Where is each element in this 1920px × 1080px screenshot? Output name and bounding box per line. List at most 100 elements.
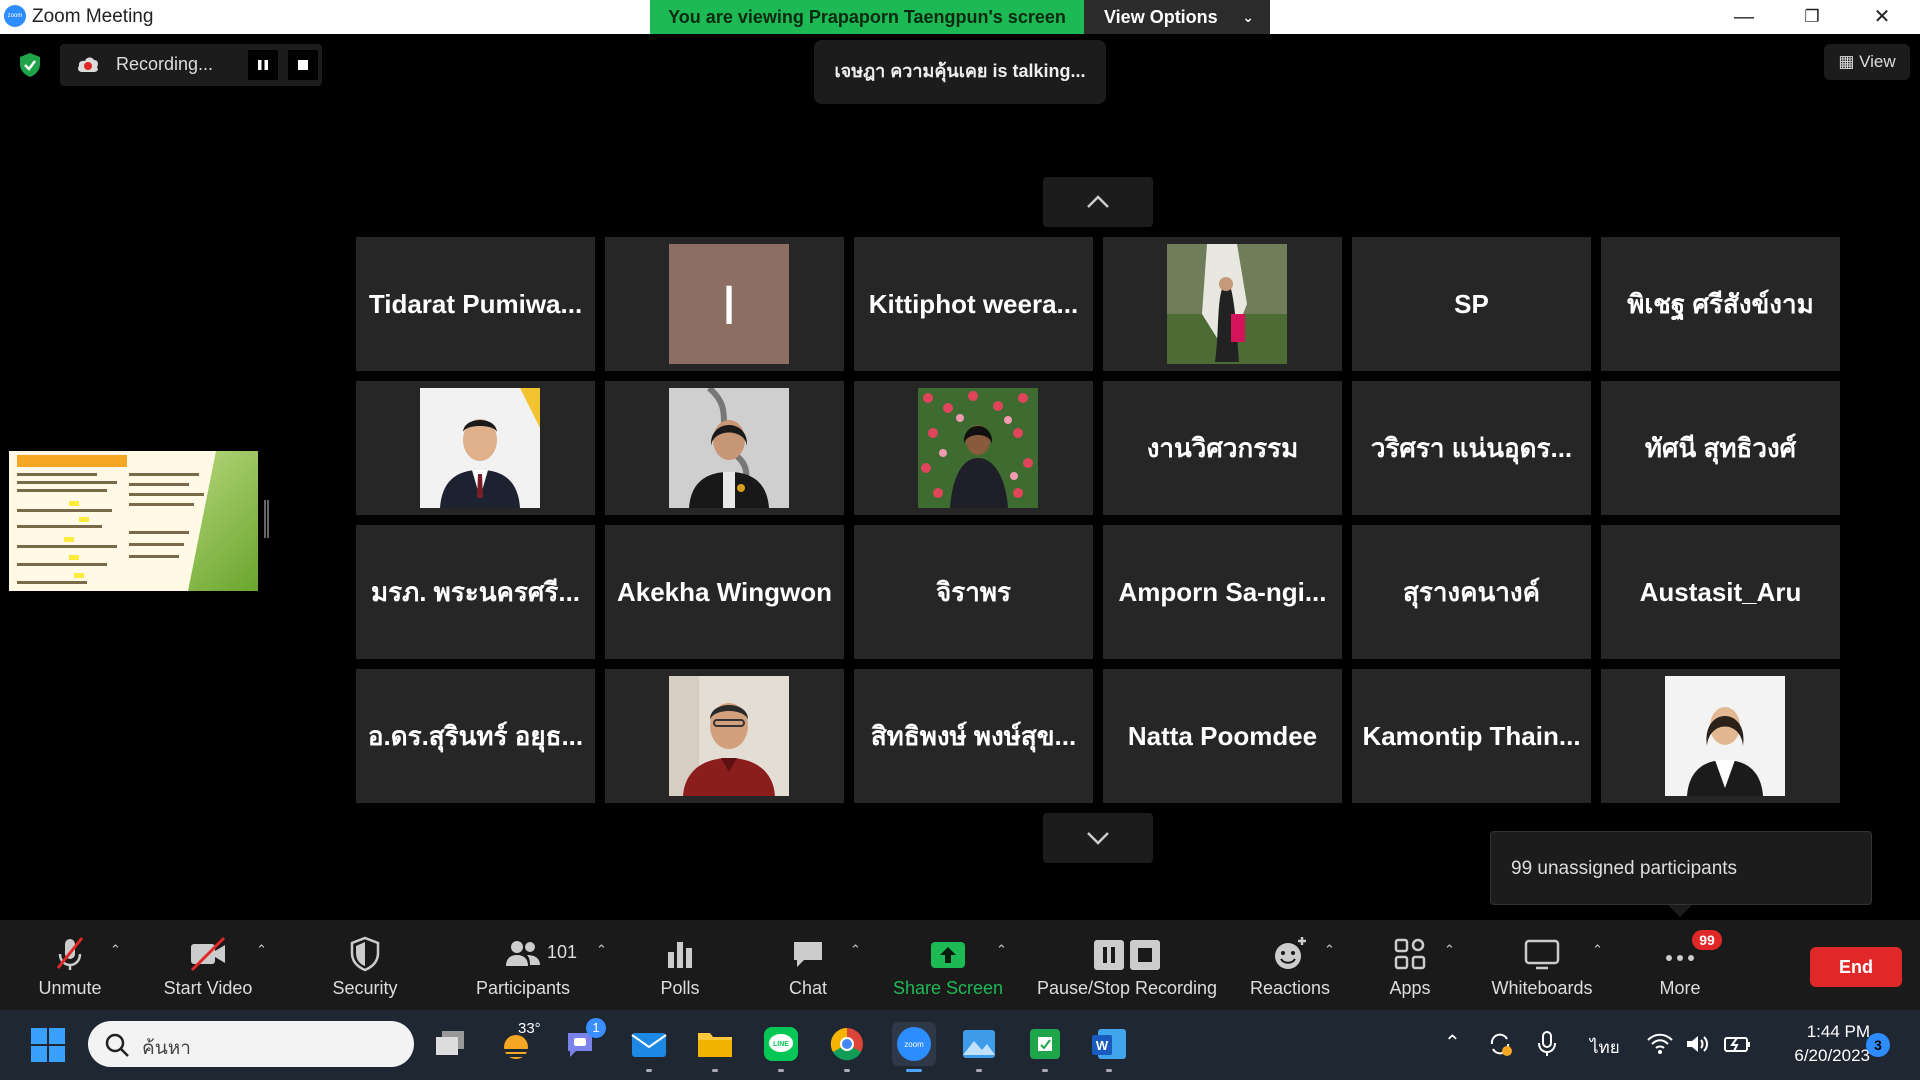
- task-view-icon[interactable]: [432, 1025, 470, 1063]
- microphone-tray-icon[interactable]: [1536, 1030, 1558, 1058]
- participant-tile[interactable]: จิราพร: [854, 525, 1093, 659]
- chat-button[interactable]: Chat: [758, 920, 858, 1010]
- participant-tile[interactable]: [1103, 237, 1342, 371]
- thumbnail-text-line: [129, 555, 179, 558]
- gallery-prev-page-button[interactable]: [1043, 177, 1153, 227]
- pause-stop-recording-button[interactable]: Pause/Stop Recording: [1030, 920, 1224, 1010]
- polls-label: Polls: [660, 978, 700, 998]
- stop-recording-button[interactable]: [288, 50, 318, 80]
- word-icon[interactable]: W: [1090, 1025, 1128, 1072]
- participants-options-caret-icon[interactable]: ⌃: [596, 942, 612, 958]
- input-language-indicator[interactable]: ไทย: [1590, 1034, 1620, 1061]
- participants-button[interactable]: 101 Participants: [465, 920, 581, 1010]
- participant-tile[interactable]: SP: [1352, 237, 1591, 371]
- recording-cloud-icon: [78, 57, 98, 72]
- participant-tile[interactable]: Tidarat Pumiwa...: [356, 237, 595, 371]
- participant-name: ทัศนี สุทธิวงศ์: [1644, 432, 1797, 463]
- polls-button[interactable]: Polls: [630, 920, 730, 1010]
- gallery-next-page-button[interactable]: [1043, 813, 1153, 863]
- video-options-caret-icon[interactable]: ⌃: [256, 942, 272, 958]
- participant-tile[interactable]: I: [605, 237, 844, 371]
- zoom-logo-icon: zoom: [4, 5, 26, 27]
- more-button[interactable]: 99 More: [1630, 920, 1730, 1010]
- participant-tile[interactable]: Austasit_Aru: [1601, 525, 1840, 659]
- photos-icon[interactable]: [960, 1025, 998, 1072]
- pause-recording-button[interactable]: [248, 50, 278, 80]
- participant-tile[interactable]: [356, 381, 595, 515]
- minimize-button[interactable]: —: [1714, 0, 1774, 34]
- audio-options-caret-icon[interactable]: ⌃: [110, 942, 126, 958]
- encryption-shield-icon[interactable]: [18, 52, 42, 78]
- participant-video-photo: [420, 388, 540, 508]
- participant-tile[interactable]: สิทธิพงษ์ พงษ์สุข...: [854, 669, 1093, 803]
- start-video-label: Start Video: [163, 978, 253, 998]
- chat-options-caret-icon[interactable]: ⌃: [850, 942, 866, 958]
- participant-tile[interactable]: Kittiphot weera...: [854, 237, 1093, 371]
- participant-name: Natta Poomdee: [1127, 720, 1318, 751]
- security-button[interactable]: Security: [315, 920, 415, 1010]
- show-hidden-icons-chevron-icon[interactable]: ⌃: [1444, 1030, 1461, 1055]
- sync-icon[interactable]: [1486, 1030, 1514, 1058]
- taskbar-search-box[interactable]: ค้นหา: [88, 1021, 414, 1067]
- chrome-icon[interactable]: [828, 1025, 866, 1072]
- thumbnail-green-graphic: [188, 451, 258, 591]
- participant-name: พิเชฐ ศรีสังข์งาม: [1627, 288, 1814, 319]
- reactions-options-caret-icon[interactable]: ⌃: [1324, 942, 1340, 958]
- participant-tile[interactable]: [1601, 669, 1840, 803]
- unmute-button[interactable]: Unmute: [20, 920, 120, 1010]
- participant-tile[interactable]: พิเชฐ ศรีสังข์งาม: [1601, 237, 1840, 371]
- participant-tile[interactable]: Kamontip Thain...: [1352, 669, 1591, 803]
- reactions-button[interactable]: Reactions: [1240, 920, 1340, 1010]
- participant-tile[interactable]: Amporn Sa-ngi...: [1103, 525, 1342, 659]
- green-app-icon[interactable]: [1026, 1025, 1064, 1072]
- apps-button[interactable]: Apps: [1360, 920, 1460, 1010]
- wifi-icon[interactable]: [1646, 1032, 1674, 1056]
- apps-options-caret-icon[interactable]: ⌃: [1444, 942, 1460, 958]
- teams-chat-icon[interactable]: 1: [564, 1018, 606, 1063]
- participant-tile[interactable]: งานวิศวกรรม: [1103, 381, 1342, 515]
- participant-tile[interactable]: Natta Poomdee: [1103, 669, 1342, 803]
- participant-tile[interactable]: Akekha Wingwon: [605, 525, 844, 659]
- participant-tile[interactable]: วริศรา แน่นอุดร...: [1352, 381, 1591, 515]
- participant-tile[interactable]: [854, 381, 1093, 515]
- participant-tile[interactable]: [605, 669, 844, 803]
- end-meeting-button[interactable]: End: [1810, 947, 1902, 987]
- resize-handle[interactable]: [264, 500, 269, 538]
- shared-screen-thumbnail[interactable]: [9, 451, 258, 591]
- battery-charging-icon[interactable]: [1722, 1032, 1752, 1056]
- windows-taskbar: ค้นหา 33° 1 LINE zoom W ⌃ ไทย 1:44 PM 6/…: [0, 1010, 1920, 1080]
- speaker-volume-icon[interactable]: [1684, 1032, 1712, 1056]
- thumbnail-highlight: [74, 573, 84, 578]
- maximize-button[interactable]: ❐: [1782, 0, 1842, 34]
- participant-tile[interactable]: สุรางคนางค์: [1352, 525, 1591, 659]
- weather-temperature: 33°: [518, 1020, 541, 1037]
- participant-video-photo: [1167, 244, 1287, 364]
- whiteboards-button[interactable]: Whiteboards: [1482, 920, 1602, 1010]
- zoom-taskbar-icon[interactable]: zoom: [892, 1022, 936, 1072]
- thumbnail-highlight: [79, 517, 89, 522]
- reactions-label: Reactions: [1249, 978, 1331, 998]
- close-button[interactable]: ✕: [1852, 0, 1912, 34]
- participant-tile[interactable]: มรภ. พระนครศรี...: [356, 525, 595, 659]
- participant-tile[interactable]: ทัศนี สุทธิวงศ์: [1601, 381, 1840, 515]
- thumbnail-highlight: [69, 555, 79, 560]
- stop-icon: [298, 60, 308, 70]
- system-clock[interactable]: 1:44 PM 6/20/2023: [1760, 1020, 1870, 1068]
- view-button[interactable]: ▦ View: [1824, 44, 1910, 80]
- participant-name: Amporn Sa-ngi...: [1118, 576, 1327, 607]
- view-options-button[interactable]: View Options ⌄: [1084, 0, 1270, 34]
- participant-name: สิทธิพงษ์ พงษ์สุข...: [870, 720, 1077, 751]
- whiteboards-options-caret-icon[interactable]: ⌃: [1592, 942, 1608, 958]
- apps-label: Apps: [1389, 978, 1431, 998]
- participant-tile[interactable]: อ.ดร.สุรินทร์ อยุธ...: [356, 669, 595, 803]
- participant-tile[interactable]: [605, 381, 844, 515]
- line-app-icon[interactable]: LINE: [762, 1025, 800, 1072]
- thumbnail-text-line: [17, 525, 102, 528]
- windows-start-icon[interactable]: [30, 1027, 66, 1063]
- share-options-caret-icon[interactable]: ⌃: [996, 942, 1012, 958]
- share-screen-button[interactable]: Share Screen: [888, 920, 1008, 1010]
- notification-count-badge[interactable]: 3: [1866, 1033, 1890, 1057]
- start-video-button[interactable]: Start Video: [150, 920, 266, 1010]
- mail-icon[interactable]: [630, 1025, 668, 1072]
- file-explorer-icon[interactable]: [696, 1025, 734, 1072]
